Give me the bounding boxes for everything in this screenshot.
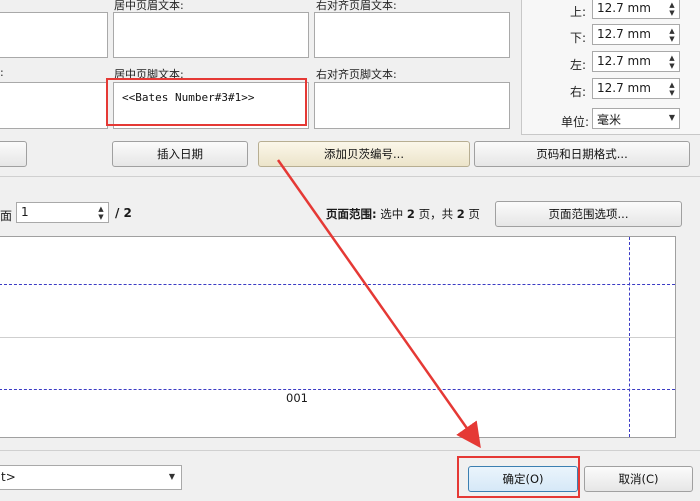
annotation-arrow (276, 159, 481, 449)
